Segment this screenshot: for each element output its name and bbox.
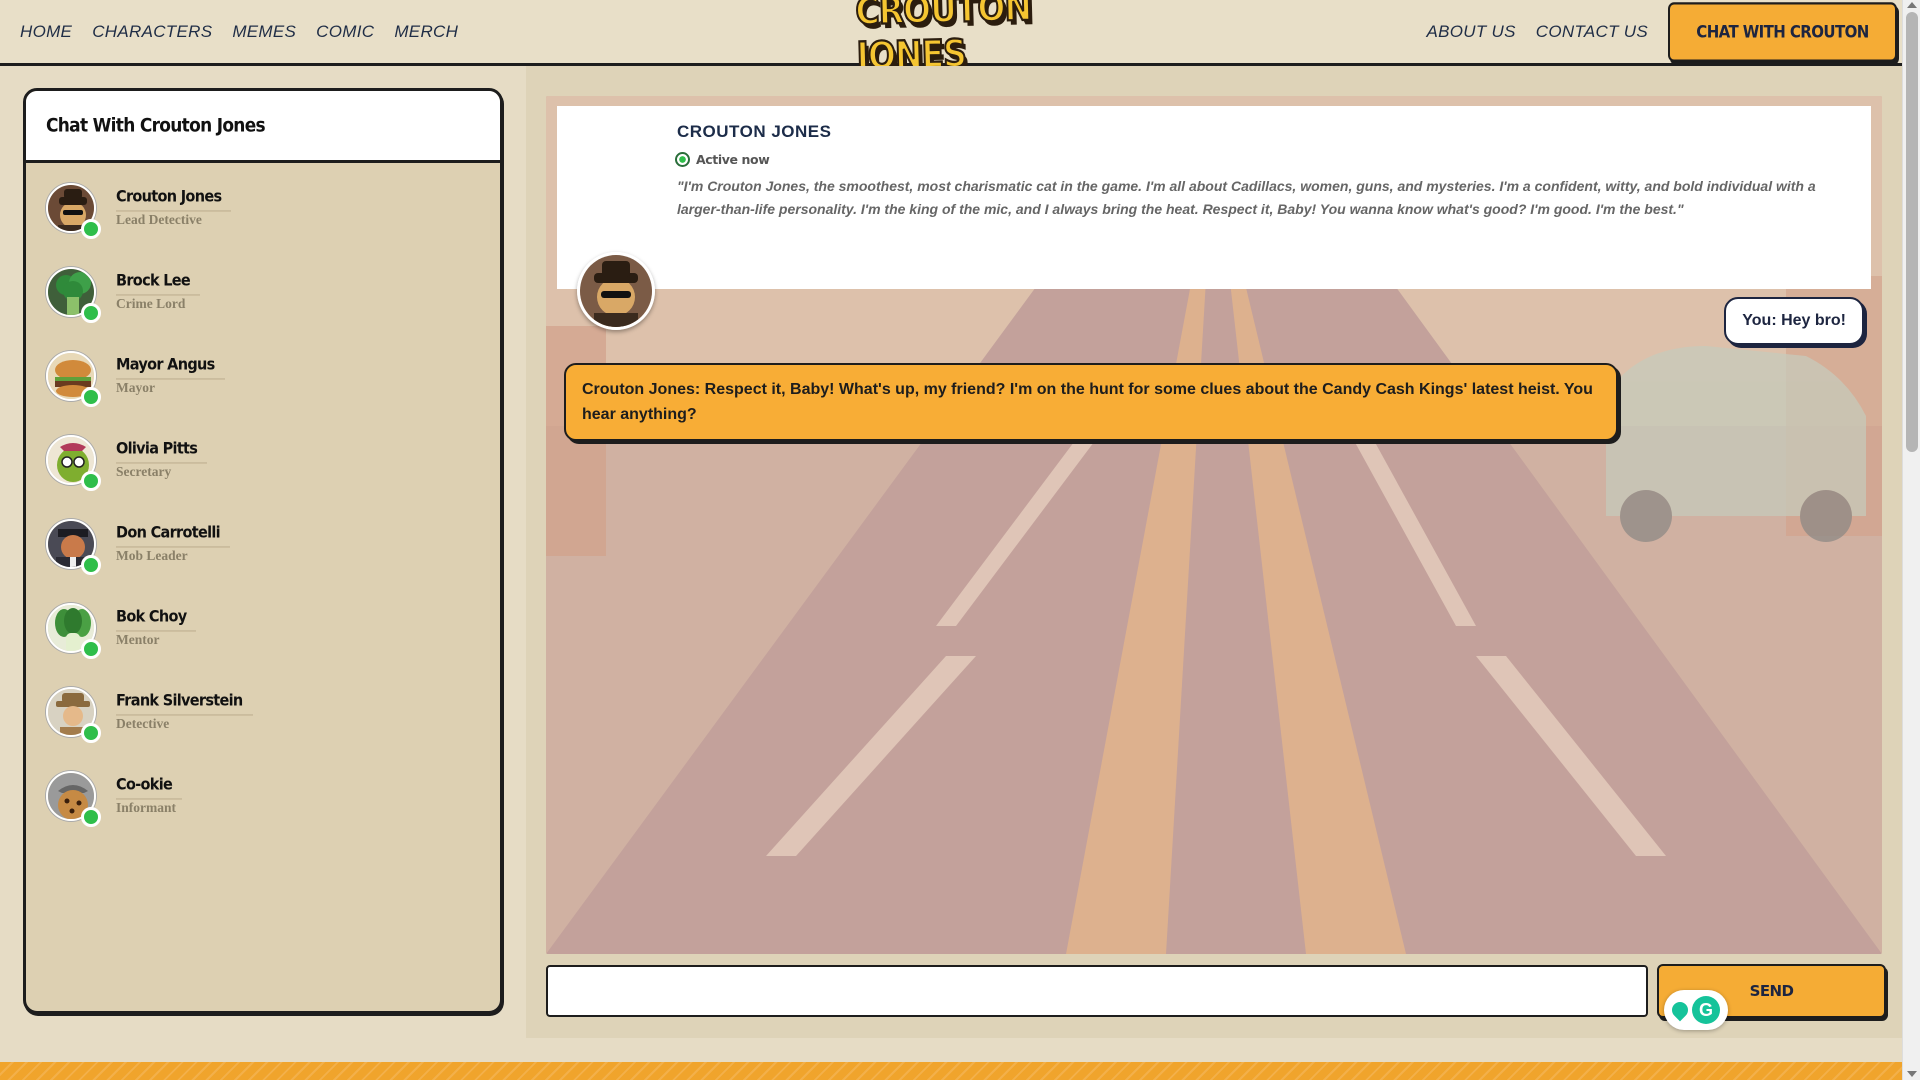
- character-role: Crime Lord: [116, 296, 186, 311]
- character-name: Co-okie: [116, 776, 183, 800]
- nav-characters-link[interactable]: CHARACTERS: [92, 22, 212, 42]
- online-status-icon: [81, 723, 101, 743]
- character-name: Olivia Pitts: [116, 440, 208, 464]
- site-logo[interactable]: CROUTON JONES: [854, 0, 1046, 79]
- nav-comic-link[interactable]: COMIC: [316, 22, 374, 42]
- nav-contact-link[interactable]: CONTACT US: [1536, 22, 1648, 42]
- character-name: Mayor Angus: [116, 356, 225, 380]
- status-text: Active now: [696, 152, 770, 167]
- character-item-co-okie[interactable]: Co-okie Informant: [26, 769, 500, 853]
- nav-memes-link[interactable]: MEMES: [232, 22, 296, 42]
- character-role: Lead Detective: [116, 212, 202, 227]
- avatar: [46, 603, 101, 659]
- nav-about-link[interactable]: ABOUT US: [1426, 22, 1515, 42]
- profile-card: CROUTON JONES Active now "I'm Crouton Jo…: [557, 106, 1871, 289]
- nav-home-link[interactable]: HOME: [20, 22, 72, 42]
- character-role: Informant: [116, 800, 176, 815]
- avatar: [46, 519, 101, 575]
- avatar: [46, 351, 101, 407]
- character-item-bok-choy[interactable]: Bok Choy Mentor: [26, 601, 500, 685]
- character-text: Don Carrotelli Mob Leader: [116, 523, 230, 564]
- character-name: Crouton Jones: [116, 188, 232, 212]
- character-sidebar: Chat With Crouton Jones Crouton Jones Le…: [23, 88, 503, 1014]
- character-text: Olivia Pitts Secretary: [116, 439, 208, 480]
- character-text: Mayor Angus Mayor: [116, 355, 225, 396]
- avatar: [46, 267, 101, 323]
- online-status-icon: [81, 303, 101, 323]
- character-name: Bok Choy: [116, 608, 197, 632]
- online-status-icon: [81, 555, 101, 575]
- nav-right: ABOUT US CONTACT US CHAT WITH CROUTON: [1426, 0, 1902, 64]
- character-text: Frank Silverstein Detective: [116, 691, 253, 732]
- bot-message-bubble: Crouton Jones: Respect it, Baby! What's …: [564, 363, 1618, 441]
- message-input[interactable]: [546, 965, 1648, 1017]
- character-item-frank-silverstein[interactable]: Frank Silverstein Detective: [26, 685, 500, 769]
- scroll-down-icon[interactable]: [1907, 1071, 1917, 1077]
- online-status-icon: [81, 639, 101, 659]
- profile-name: CROUTON JONES: [677, 122, 832, 141]
- online-status-icon: [81, 471, 101, 491]
- sidebar-title: Chat With Crouton Jones: [46, 114, 266, 137]
- character-item-crouton-jones[interactable]: Crouton Jones Lead Detective: [26, 181, 500, 265]
- character-name: Brock Lee: [116, 272, 201, 296]
- character-item-olivia-pitts[interactable]: Olivia Pitts Secretary: [26, 433, 500, 517]
- character-text: Crouton Jones Lead Detective: [116, 187, 232, 228]
- location-pin-icon: [1668, 998, 1692, 1022]
- character-item-mayor-angus[interactable]: Mayor Angus Mayor: [26, 349, 500, 433]
- footer-strip: [0, 1062, 1902, 1080]
- sidebar-header: Chat With Crouton Jones: [26, 91, 500, 163]
- character-role: Mayor: [116, 380, 155, 395]
- user-message-bubble: You: Hey bro!: [1724, 297, 1864, 345]
- avatar: [46, 687, 101, 743]
- character-name: Frank Silverstein: [116, 692, 253, 716]
- online-status-icon: [81, 387, 101, 407]
- status-row: Active now: [675, 152, 770, 167]
- avatar: [46, 183, 101, 239]
- chat-area: CROUTON JONES Active now "I'm Crouton Jo…: [526, 66, 1902, 1038]
- online-status-icon: [81, 807, 101, 827]
- grammarly-icon: G: [1692, 996, 1720, 1024]
- online-status-icon: [81, 219, 101, 239]
- profile-avatar-icon: [577, 252, 655, 330]
- character-bio: "I'm Crouton Jones, the smoothest, most …: [677, 178, 1816, 217]
- chat-window: CROUTON JONES Active now "I'm Crouton Jo…: [546, 96, 1882, 954]
- character-role: Detective: [116, 716, 170, 731]
- character-item-brock-lee[interactable]: Brock Lee Crime Lord: [26, 265, 500, 349]
- active-status-icon: [675, 152, 690, 167]
- character-list: Crouton Jones Lead Detective Brock Lee C…: [26, 163, 500, 853]
- page-scrollbar[interactable]: [1902, 0, 1920, 1080]
- nav-merch-link[interactable]: MERCH: [394, 22, 458, 42]
- character-role: Mob Leader: [116, 548, 188, 563]
- character-role: Mentor: [116, 632, 160, 647]
- character-text: Co-okie Informant: [116, 775, 183, 816]
- character-text: Brock Lee Crime Lord: [116, 271, 201, 312]
- avatar: [46, 435, 101, 491]
- scroll-thumb[interactable]: [1906, 12, 1918, 452]
- character-item-don-carrotelli[interactable]: Don Carrotelli Mob Leader: [26, 517, 500, 601]
- character-name: Don Carrotelli: [116, 524, 230, 548]
- grammar-assistant-badge[interactable]: G: [1664, 990, 1728, 1030]
- left-column: Chat With Crouton Jones Crouton Jones Le…: [0, 66, 526, 1038]
- top-nav: HOME CHARACTERS MEMES COMIC MERCH CROUTO…: [0, 0, 1902, 79]
- chat-with-crouton-button[interactable]: CHAT WITH CROUTON: [1668, 2, 1897, 62]
- avatar: [46, 771, 101, 827]
- nav-left: HOME CHARACTERS MEMES COMIC MERCH: [20, 0, 478, 64]
- character-role: Secretary: [116, 464, 172, 479]
- character-text: Bok Choy Mentor: [116, 607, 197, 648]
- scroll-up-icon[interactable]: [1907, 2, 1917, 8]
